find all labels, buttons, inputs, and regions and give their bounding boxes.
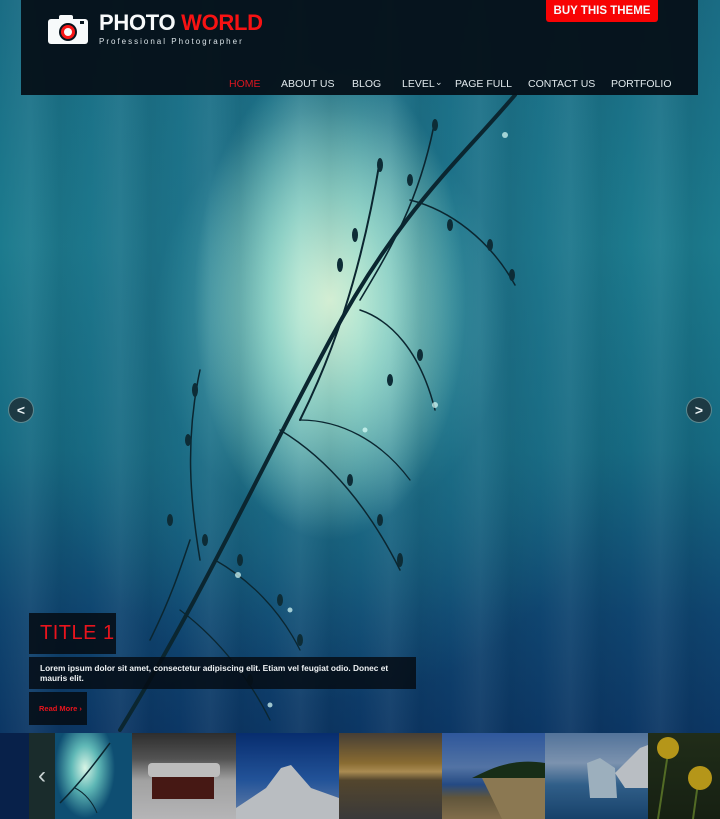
slider-prev-button[interactable]: <: [8, 397, 34, 423]
slider-next-button[interactable]: >: [686, 397, 712, 423]
thumbnail-shade: [545, 733, 648, 819]
thumbnail-dandelions[interactable]: [648, 733, 720, 819]
chevron-left-icon: <: [16, 402, 26, 418]
brand-tagline: Professional Photographer: [99, 37, 244, 46]
thumbnail-shade: [442, 733, 545, 819]
nav-blog[interactable]: BLOG: [352, 78, 381, 90]
thumbnail-shade: [132, 733, 236, 819]
nav-contact-us[interactable]: CONTACT US: [528, 78, 595, 90]
thumbnail-tropical-beach[interactable]: [442, 733, 545, 819]
camera-icon: [48, 15, 88, 44]
site-logo[interactable]: PHOTO WORLD Professional Photographer: [47, 12, 263, 46]
thumbnail-snowy-cabin[interactable]: [132, 733, 236, 819]
slide-description: Lorem ipsum dolor sit amet, consectetur …: [29, 657, 416, 689]
thumbnail-plant-branch: [59, 742, 111, 814]
nav-page-full[interactable]: PAGE FULL: [455, 78, 512, 90]
chevron-down-icon[interactable]: ⌄: [435, 77, 443, 88]
read-more-button[interactable]: Read More ›: [29, 692, 87, 725]
brand-title-first: PHOTO: [99, 10, 176, 35]
thumbnail-plant[interactable]: [55, 733, 132, 819]
hero-slide-image: [0, 0, 720, 819]
slide-title: TITLE 1: [29, 613, 116, 654]
brand: PHOTO WORLD Professional Photographer: [99, 12, 263, 47]
nav-portfolio[interactable]: PORTFOLIO: [611, 78, 671, 90]
thumbnail-sunset-lake[interactable]: [339, 733, 442, 819]
nav-about-us[interactable]: ABOUT US: [281, 78, 334, 90]
thumbnail-strip: ‹: [0, 733, 720, 819]
chevron-left-icon: ‹: [38, 762, 46, 789]
chevron-right-icon: >: [694, 402, 704, 418]
thumbnail-prev-button[interactable]: ‹: [29, 733, 55, 819]
thumbnail-mountain[interactable]: [236, 733, 339, 819]
brand-title-second: WORLD: [181, 10, 263, 35]
nav-level[interactable]: LEVEL: [402, 78, 435, 90]
thumbnail-shade: [648, 733, 720, 819]
nav-home[interactable]: HOME: [229, 78, 261, 90]
thumbnail-iceberg[interactable]: [545, 733, 648, 819]
thumbnail-shade: [339, 733, 442, 819]
site-header: PHOTO WORLD Professional Photographer BU…: [21, 0, 698, 95]
thumbnail-shade: [236, 733, 339, 819]
buy-theme-button[interactable]: BUY THIS THEME: [546, 0, 658, 22]
brand-title: PHOTO WORLD: [99, 12, 263, 34]
plant-branch-illustration: [118, 93, 517, 732]
